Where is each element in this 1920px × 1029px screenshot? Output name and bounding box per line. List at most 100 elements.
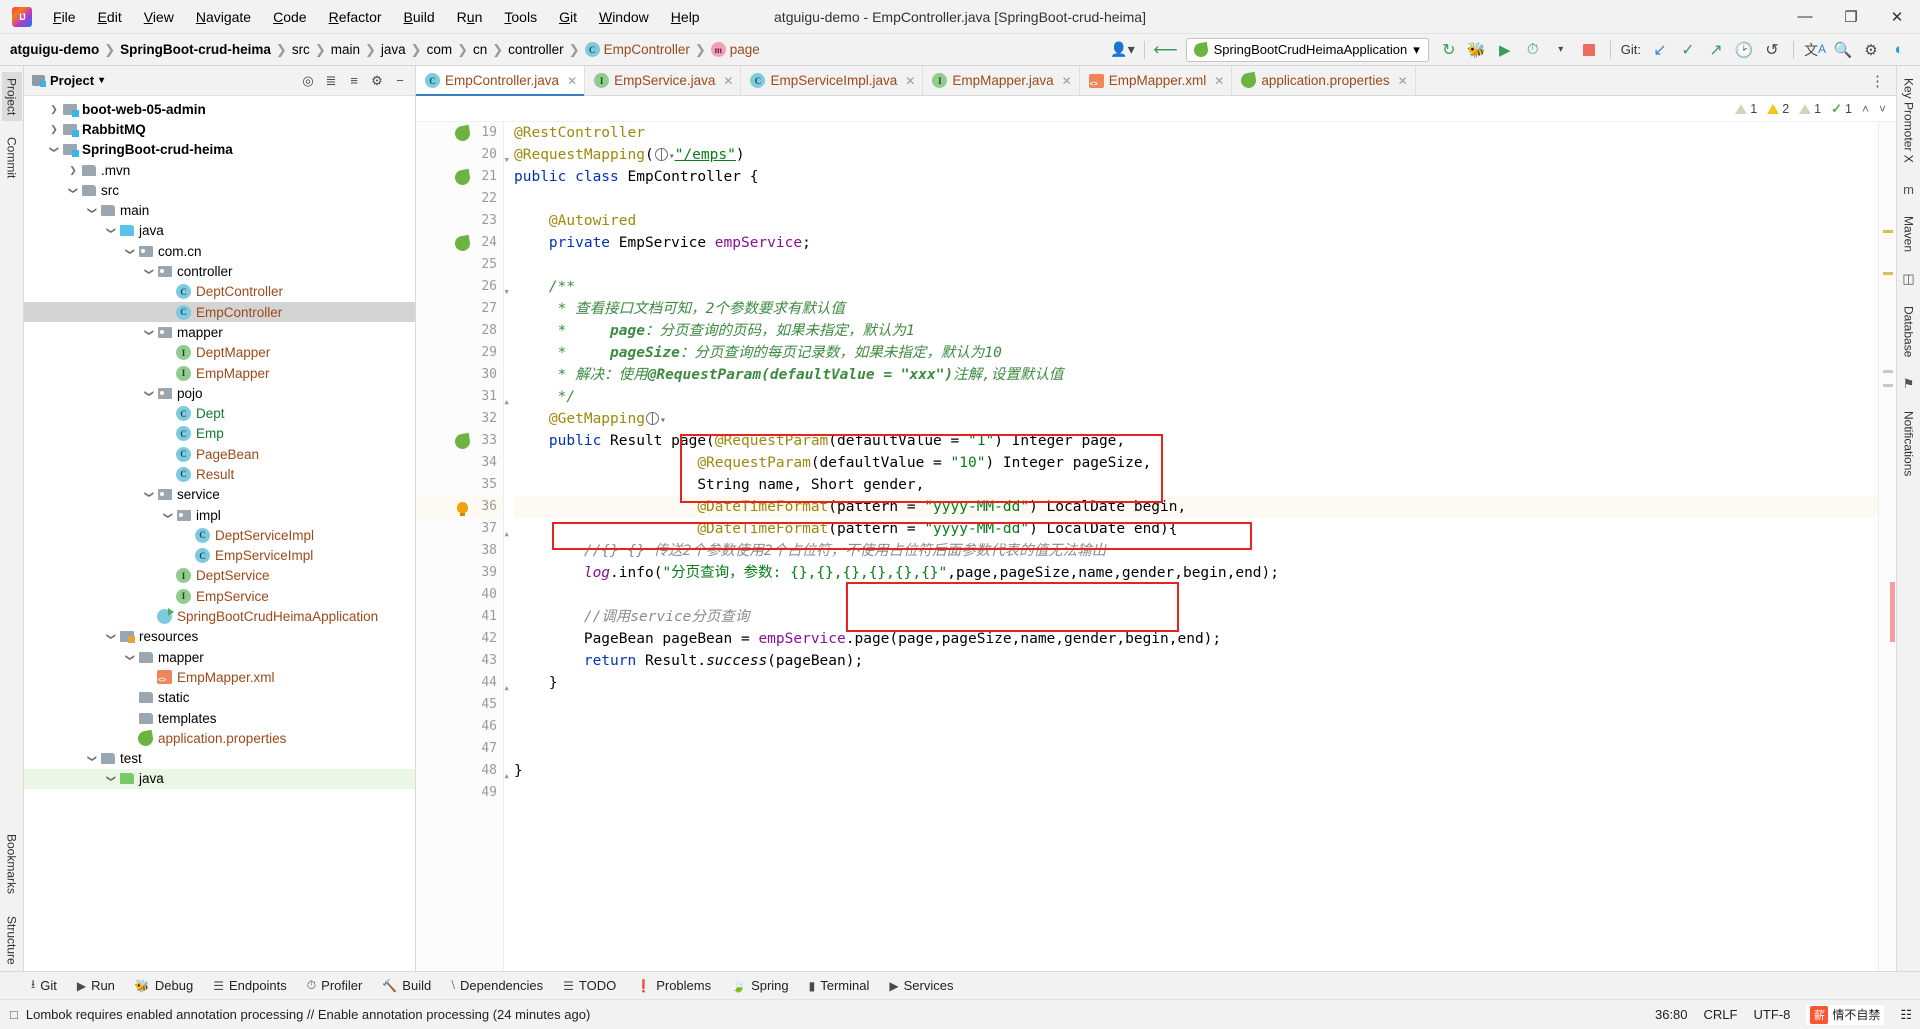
tab-empservice-java[interactable]: I EmpService.java ✕ [585,66,742,95]
code-line-21[interactable]: public class EmpController { [514,166,1878,188]
tree-item-resources[interactable]: resources [24,627,415,647]
tree-item-pojo[interactable]: pojo [24,383,415,403]
tool-window-notifications[interactable]: Notifications [1899,405,1919,482]
code-line-27[interactable]: * 查看接口文档可知，2个参数要求有默认值 [514,298,1878,320]
gutter-line-30[interactable]: 30 [416,364,503,386]
gutter-line-44[interactable]: 44 ▴ [416,672,510,694]
menu-git[interactable]: Git [548,5,588,29]
analysis-stripe[interactable] [1878,122,1896,971]
stripe-weak-mark[interactable] [1883,370,1893,373]
chevron-down-icon[interactable] [104,225,118,236]
menu-tools[interactable]: Tools [493,5,548,29]
menu-bar[interactable]: File Edit View Navigate Code Refactor Bu… [42,5,711,29]
gutter-line-45[interactable]: 45 [416,694,503,716]
tool-window-button-debug[interactable]: 🐝 Debug [126,975,202,996]
code-line-24[interactable]: private EmpService empService; [514,232,1878,254]
debug-icon[interactable]: 🐝 [1464,38,1490,62]
gutter-line-25[interactable]: 25 [416,254,503,276]
chevron-down-icon[interactable] [161,510,175,521]
web-url-icon[interactable] [645,412,659,425]
translate-icon[interactable]: 文A [1802,38,1828,62]
tree-item-springboot-crud-heima[interactable]: SpringBoot-crud-heima [24,140,415,160]
select-opened-file-icon[interactable]: ◎ [297,70,319,92]
tree-item-com-cn[interactable]: com.cn [24,241,415,261]
code-lines[interactable]: @RestController @RequestMapping(▾"/emps")… [504,122,1878,804]
web-url-icon[interactable] [654,148,668,161]
tree-item-deptcontroller[interactable]: C DeptController [24,282,415,302]
tool-window-button-profiler[interactable]: ⏱ Profiler [298,975,372,996]
ide-feature-icon[interactable]: ◐ [1886,38,1912,62]
close-icon[interactable]: ✕ [567,74,577,88]
next-problem-icon[interactable]: ˅ [1879,102,1886,116]
code-line-29[interactable]: * pageSize：分页查询的每页记录数，如果未指定，默认为10 [514,342,1878,364]
tab-empmapper-xml[interactable]: EmpMapper.xml ✕ [1080,66,1233,95]
warning-count[interactable]: 2 [1767,102,1789,116]
chevron-down-icon[interactable] [47,144,61,155]
code-line-38[interactable]: //{} {} 传送2个参数使用2个占位符，不使用占位符后面参数代表的值无法输出 [514,540,1878,562]
menu-edit[interactable]: Edit [87,5,133,29]
lock-icon[interactable]: ☷ [1900,1007,1912,1023]
user-account-icon[interactable]: 👤▾ [1110,38,1136,62]
expand-all-icon[interactable]: ≡ [343,70,365,92]
gear-icon[interactable]: ⚙ [366,70,388,92]
gutter-line-24[interactable]: 24 [416,232,503,254]
tool-window-button-git[interactable]: ⭳ Git [22,972,66,999]
gutter-line-33[interactable]: 33 [416,430,503,452]
code-line-32[interactable]: @GetMapping ▾ [514,408,1878,430]
search-icon[interactable]: 🔍 [1830,38,1856,62]
chevron-right-icon[interactable] [47,124,61,135]
tree-item-result[interactable]: C Result [24,464,415,484]
code-line-48[interactable]: } [514,760,1878,782]
close-button[interactable]: ✕ [1874,0,1920,34]
gutter-line-42[interactable]: 42 [416,628,503,650]
tree-item-java[interactable]: java [24,768,415,790]
gutter-line-27[interactable]: 27 [416,298,503,320]
tab-empmapper-java[interactable]: I EmpMapper.java ✕ [923,66,1080,95]
menu-help[interactable]: Help [660,5,711,29]
gutter-line-40[interactable]: 40 [416,584,503,606]
gutter-line-37[interactable]: 37 ▴ [416,518,510,540]
breadcrumb-java[interactable]: java [381,42,406,57]
gutter-line-34[interactable]: 34 [416,452,503,474]
menu-navigate[interactable]: Navigate [185,5,262,29]
git-push-icon[interactable]: ↗ [1703,38,1729,62]
breadcrumb-main[interactable]: main [331,42,360,57]
spring-bean-gutter-icon[interactable] [453,124,471,142]
menu-refactor[interactable]: Refactor [318,5,393,29]
code-line-30[interactable]: * 解决：使用@RequestParam(defaultValue = "xxx… [514,364,1878,386]
gutter-line-26[interactable]: 26 ▾ [416,276,510,298]
run-configuration-selector[interactable]: SpringBootCrudHeimaApplication ▾ [1185,37,1429,62]
tree-item-templates[interactable]: templates [24,708,415,728]
tree-item-springbootcrudheimaapplication[interactable]: SpringBootCrudHeimaApplication [24,606,415,626]
chevron-down-icon[interactable] [104,631,118,642]
code-line-40[interactable] [514,584,1878,606]
tool-window-button-todo[interactable]: ☰ TODO [554,975,625,996]
tool-window-button-terminal[interactable]: ▮ Terminal [800,975,879,996]
project-panel-title[interactable]: Project ▾ [32,73,104,88]
gutter-line-28[interactable]: 28 [416,320,503,342]
code-line-42[interactable]: PageBean pageBean = empService.page(page… [514,628,1878,650]
tree-item-empmapper[interactable]: I EmpMapper [24,363,415,383]
code-line-26[interactable]: /** [514,276,1878,298]
gutter-line-49[interactable]: 49 [416,782,503,804]
breadcrumb-page-method[interactable]: m page [710,42,760,57]
chevron-down-icon[interactable] [104,773,118,784]
caret-position[interactable]: 36:80 [1655,1007,1688,1022]
code-line-33[interactable]: public Result page(@RequestParam(default… [514,430,1878,452]
chevron-right-icon[interactable] [47,104,61,115]
code-line-43[interactable]: return Result.success(pageBean); [514,650,1878,672]
tool-window-structure[interactable]: Structure [2,910,22,971]
spring-bean-gutter-icon[interactable] [453,234,471,252]
tree-item-test[interactable]: test [24,749,415,769]
menu-window[interactable]: Window [588,5,660,29]
code-line-35[interactable]: String name, Short gender, [514,474,1878,496]
tree-item-emp[interactable]: C Emp [24,424,415,444]
intention-bulb-icon[interactable] [454,499,470,516]
collapse-all-icon[interactable]: ≣ [320,70,342,92]
gutter-line-20[interactable]: 20 ▾ [416,144,510,166]
close-icon[interactable]: ✕ [1398,74,1408,88]
gutter-line-32[interactable]: 32 [416,408,503,430]
breadcrumb-com[interactable]: com [427,42,453,57]
code-line-44[interactable]: } [514,672,1878,694]
tree-item--mvn[interactable]: .mvn [24,160,415,180]
